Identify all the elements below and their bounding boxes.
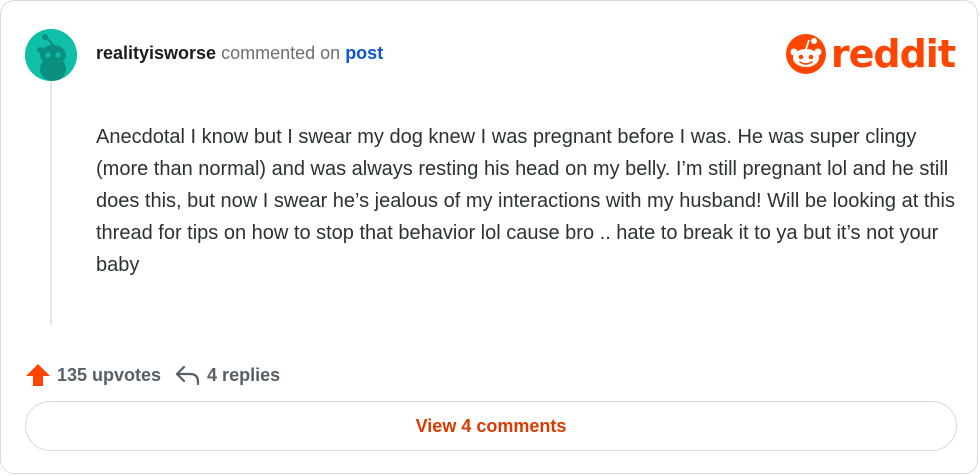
comment-stats: 135 upvotes 4 replies — [25, 361, 280, 389]
upvote-count: 135 upvotes — [57, 364, 162, 385]
replies-control[interactable]: 4 replies — [175, 364, 280, 386]
reddit-snoo-icon — [785, 34, 826, 74]
upvote-control[interactable]: 135 upvotes — [25, 362, 161, 388]
upvote-arrow-icon[interactable] — [25, 362, 51, 388]
post-link[interactable]: post — [345, 43, 383, 63]
snoo-avatar-icon — [25, 29, 77, 81]
action-text: commented on — [221, 43, 341, 63]
username[interactable]: realityisworse — [96, 43, 216, 63]
comment-card: realityisworse commented on post reddit … — [0, 0, 978, 474]
reddit-wordmark: reddit — [830, 32, 956, 76]
comment-body: Anecdotal I know but I swear my dog knew… — [96, 126, 955, 276]
reddit-logo[interactable]: reddit — [785, 32, 956, 76]
thread-line — [50, 81, 52, 325]
view-comments-button[interactable]: View 4 comments — [25, 401, 957, 451]
replies-count: 4 replies — [207, 364, 281, 385]
reply-arrow-icon — [175, 365, 200, 386]
user-avatar[interactable] — [25, 29, 77, 81]
comment-header: realityisworse commented on post — [96, 42, 383, 64]
